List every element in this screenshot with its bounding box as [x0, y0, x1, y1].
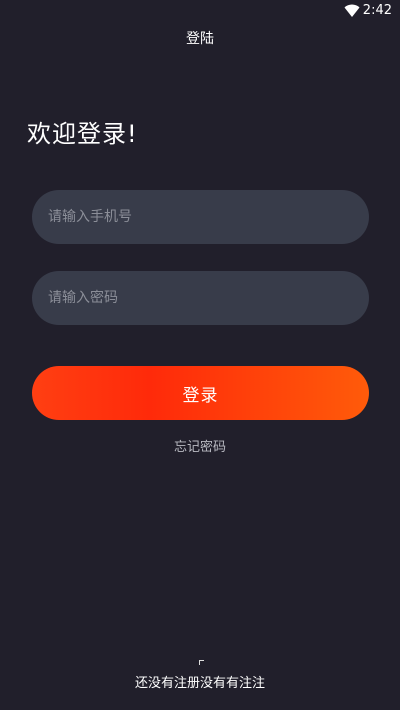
- phone-field[interactable]: [32, 190, 369, 244]
- phone-input[interactable]: [32, 190, 369, 244]
- welcome-heading: 欢迎登录!: [27, 120, 138, 148]
- bottom-mark: [199, 660, 204, 665]
- status-bar: 2:42: [0, 0, 400, 22]
- register-text: 还没有注册没有有注注: [134, 676, 265, 691]
- forgot-password-link[interactable]: 忘记密码: [0, 436, 400, 455]
- login-button[interactable]: 登录: [32, 366, 369, 420]
- page-title: 登陆: [186, 31, 214, 47]
- wifi-icon: [344, 4, 360, 17]
- password-field[interactable]: [32, 271, 369, 325]
- status-time: 2:42: [362, 3, 392, 18]
- register-link[interactable]: 还没有注册没有有注注: [0, 672, 400, 691]
- password-input[interactable]: [32, 271, 369, 325]
